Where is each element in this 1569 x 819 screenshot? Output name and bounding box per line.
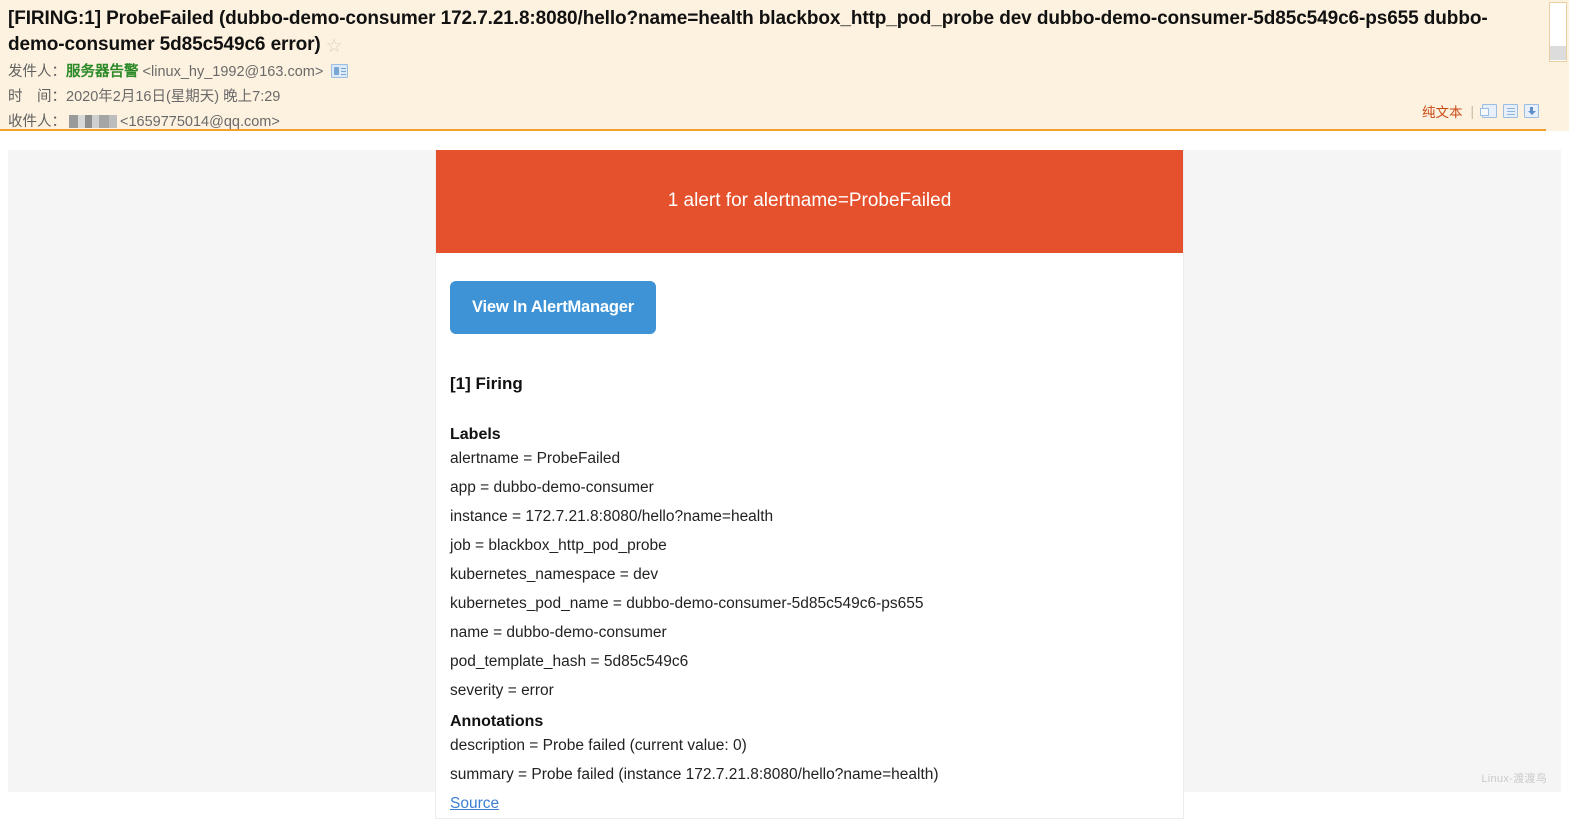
star-outline-icon[interactable]: ☆ <box>326 37 343 56</box>
contact-card-icon[interactable] <box>331 64 349 78</box>
recipient-name-redacted <box>69 115 117 128</box>
header-toolbar: 纯文本 | <box>1422 101 1539 121</box>
annotations-heading: Annotations <box>450 712 544 730</box>
list-item: description = Probe failed (current valu… <box>450 736 747 754</box>
list-item: instance = 172.7.21.8:8080/hello?name=he… <box>450 507 774 525</box>
scrollbar-thumb[interactable] <box>1550 46 1566 60</box>
sender-name[interactable]: 服务器告警 <box>66 64 139 80</box>
sender-label: 发件人： <box>8 64 66 80</box>
alert-banner-title: 1 alert for alertname=ProbeFailed <box>667 190 952 211</box>
plain-text-link[interactable]: 纯文本 <box>1422 101 1463 121</box>
labels-list: alertname = ProbeFailed app = dubbo-demo… <box>450 444 1169 705</box>
list-item: name = dubbo-demo-consumer <box>450 623 667 641</box>
page-title: [FIRING:1] ProbeFailed (dubbo-demo-consu… <box>8 6 1553 58</box>
watermark: Linux-渡渡鸟 <box>1481 773 1547 785</box>
list-item: app = dubbo-demo-consumer <box>450 478 654 496</box>
date-row: 时 间：2020年2月16日(星期天) 晚上7:29 <box>8 85 1553 110</box>
annotations-list: description = Probe failed (current valu… <box>450 731 1169 789</box>
sender-address: <linux_hy_1992@163.com> <box>142 64 324 80</box>
recipient-label: 收件人： <box>8 114 66 130</box>
list-item: alertname = ProbeFailed <box>450 449 621 467</box>
list-item: pod_template_hash = 5d85c549c6 <box>450 652 689 670</box>
list-item: summary = Probe failed (instance 172.7.2… <box>450 765 939 783</box>
mail-header: [FIRING:1] ProbeFailed (dubbo-demo-consu… <box>0 0 1569 131</box>
view-in-alertmanager-button[interactable]: View In AlertManager <box>450 280 656 334</box>
alert-banner: 1 alert for alertname=ProbeFailed <box>436 150 1183 253</box>
date-value: 2020年2月16日(星期天) 晚上7:29 <box>66 89 281 105</box>
list-item: kubernetes_namespace = dev <box>450 565 659 583</box>
list-item: severity = error <box>450 681 554 699</box>
subject-text: [FIRING:1] ProbeFailed (dubbo-demo-consu… <box>8 8 1488 55</box>
sender-row: 发件人：服务器告警 <linux_hy_1992@163.com> <box>8 60 1553 85</box>
document-icon[interactable] <box>1503 104 1518 118</box>
date-label: 时 间： <box>8 89 66 105</box>
list-item: kubernetes_pod_name = dubbo-demo-consume… <box>450 594 924 612</box>
toolbar-separator: | <box>1470 103 1474 119</box>
source-link[interactable]: Source <box>450 789 499 818</box>
mail-body: 1 alert for alertname=ProbeFailed View I… <box>0 131 1569 819</box>
labels-heading: Labels <box>450 425 501 443</box>
alert-body: View In AlertManager [1] Firing Labels a… <box>436 253 1183 818</box>
download-icon[interactable] <box>1524 104 1539 118</box>
alert-card: 1 alert for alertname=ProbeFailed View I… <box>435 150 1184 819</box>
list-item: job = blackbox_http_pod_probe <box>450 536 667 554</box>
new-window-icon[interactable] <box>1480 104 1497 118</box>
firing-heading: [1] Firing <box>450 373 523 393</box>
recipient-address: <1659775014@qq.com> <box>120 114 280 130</box>
header-scrollbar[interactable] <box>1546 0 1569 131</box>
message-content-area: 1 alert for alertname=ProbeFailed View I… <box>8 150 1561 819</box>
